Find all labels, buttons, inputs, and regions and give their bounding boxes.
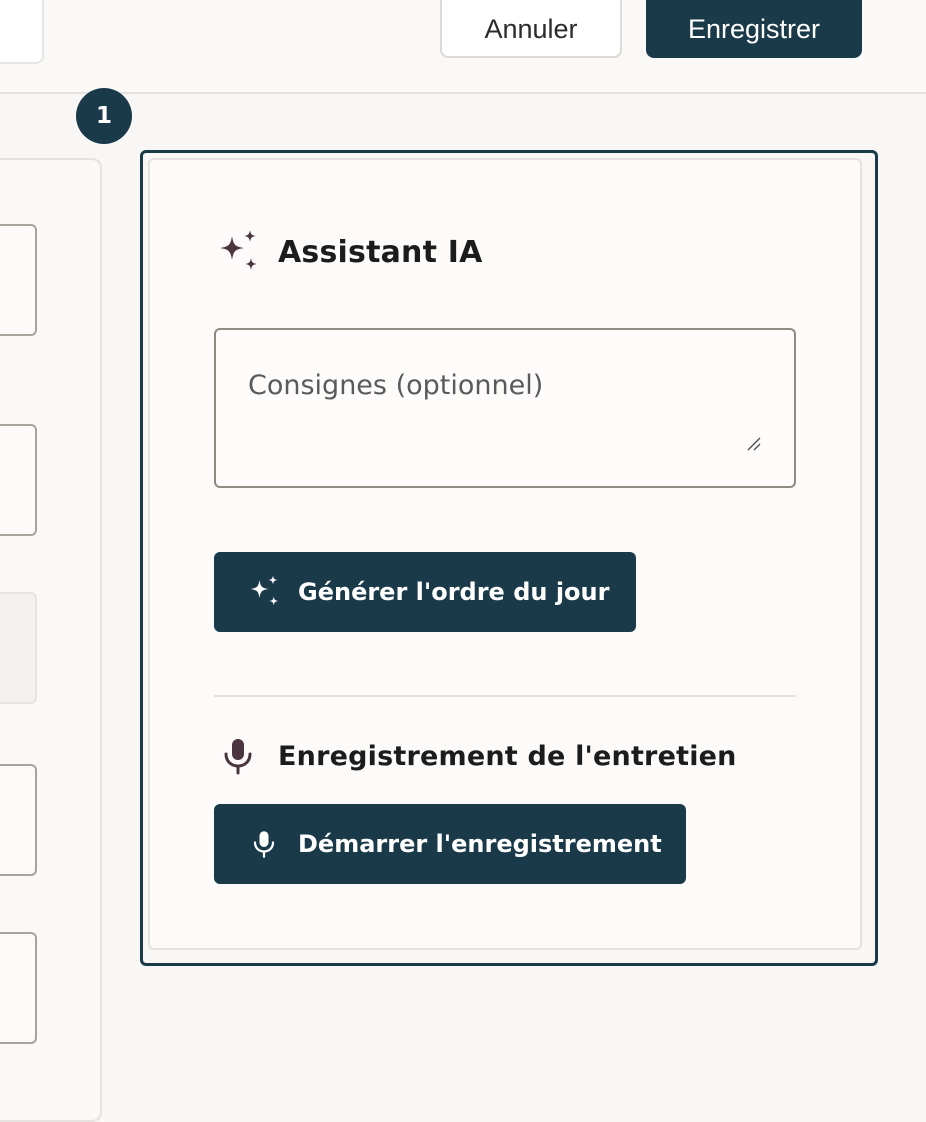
resize-handle-icon[interactable]: [744, 434, 764, 454]
start-recording-button[interactable]: Démarrer l'enregistrement: [214, 804, 686, 884]
left-form-field[interactable]: [0, 932, 37, 1044]
cancel-button[interactable]: Annuler: [440, 0, 622, 58]
left-form-field-disabled: [0, 592, 37, 704]
ai-assistant-heading: Assistant IA: [214, 228, 483, 276]
left-form-field[interactable]: [0, 424, 37, 536]
save-button[interactable]: Enregistrer: [646, 0, 862, 58]
recording-title: Enregistrement de l'entretien: [278, 740, 737, 772]
microphone-icon: [246, 826, 282, 862]
instructions-placeholder: Consignes (optionnel): [248, 370, 544, 401]
microphone-icon: [214, 732, 262, 780]
step-badge: 1: [76, 88, 132, 144]
sparkles-icon: [214, 228, 262, 276]
toolbar-left-control[interactable]: [0, 0, 44, 64]
ai-assistant-title: Assistant IA: [278, 234, 483, 270]
recording-heading: Enregistrement de l'entretien: [214, 732, 737, 780]
instructions-textarea[interactable]: Consignes (optionnel): [214, 328, 796, 488]
generate-agenda-button[interactable]: Générer l'ordre du jour: [214, 552, 636, 632]
left-form-field[interactable]: [0, 764, 37, 876]
sparkles-icon: [246, 574, 282, 610]
left-form-field[interactable]: [0, 224, 37, 336]
section-divider: [214, 695, 796, 697]
generate-agenda-label: Générer l'ordre du jour: [298, 578, 610, 606]
start-recording-label: Démarrer l'enregistrement: [298, 830, 662, 858]
top-toolbar: Annuler Enregistrer: [0, 0, 926, 94]
